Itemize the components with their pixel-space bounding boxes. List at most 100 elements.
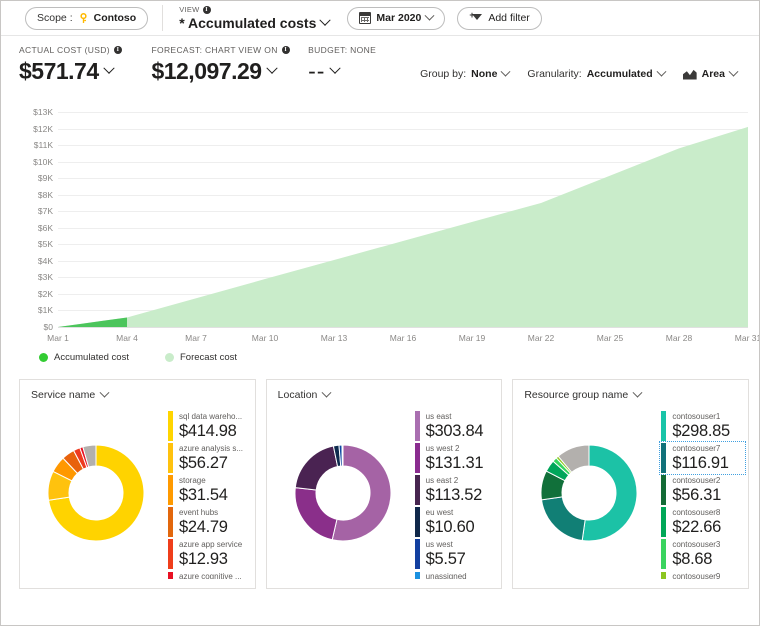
card-legend-item[interactable]: us west$5.57 bbox=[415, 539, 498, 569]
chart-legend-item[interactable]: Forecast cost bbox=[165, 352, 237, 363]
calendar-icon bbox=[359, 12, 371, 24]
donut-slice[interactable] bbox=[583, 445, 638, 541]
card-legend-item[interactable]: contosouser8$22.66 bbox=[661, 507, 744, 537]
chevron-down-icon bbox=[266, 63, 277, 74]
accumulated-cost-chart: $0$1K$2K$3K$4K$5K$6K$7K$8K$9K$10K$11K$12… bbox=[1, 100, 749, 375]
legend-color-bar bbox=[661, 475, 666, 505]
card-legend-item[interactable]: us east$303.84 bbox=[415, 411, 498, 441]
card-legend-item[interactable]: us east 2$113.52 bbox=[415, 475, 498, 505]
legend-item-name: azure cognitive ... bbox=[179, 571, 242, 579]
y-axis-labels: $0$1K$2K$3K$4K$5K$6K$7K$8K$9K$10K$11K$12… bbox=[1, 112, 53, 327]
legend-color-bar bbox=[661, 539, 666, 569]
x-axis-tick: Mar 7 bbox=[185, 333, 207, 343]
legend-item-name: contosouser7 bbox=[672, 443, 728, 454]
add-filter-button[interactable]: + Add filter bbox=[457, 7, 541, 30]
donut-slice[interactable] bbox=[295, 488, 337, 540]
y-axis-tick: $9K bbox=[38, 173, 53, 183]
card-title[interactable]: Service name bbox=[20, 380, 108, 401]
card-legend-item[interactable]: sql data wareho...$414.98 bbox=[168, 411, 251, 441]
donut-slice[interactable] bbox=[342, 445, 343, 466]
card-legend-item[interactable]: contosouser2$56.31 bbox=[661, 475, 744, 505]
chevron-down-icon bbox=[322, 387, 332, 397]
y-axis-tick: $0 bbox=[44, 322, 53, 332]
card-legend-item[interactable]: us west 2$131.31 bbox=[415, 443, 498, 473]
kpi-forecast: FORECAST: CHART VIEW ON i $12,097.29 bbox=[151, 44, 308, 86]
card-legend-item[interactable]: azure app service$12.93 bbox=[168, 539, 251, 569]
y-axis-tick: $3K bbox=[38, 272, 53, 282]
chevron-down-icon bbox=[320, 15, 331, 26]
legend-item-name: contosouser8 bbox=[672, 507, 721, 518]
y-axis-tick: $8K bbox=[38, 190, 53, 200]
x-axis-tick: Mar 28 bbox=[666, 333, 692, 343]
legend-item-value: $8.68 bbox=[672, 550, 720, 569]
x-axis-tick: Mar 25 bbox=[597, 333, 623, 343]
donut-chart[interactable] bbox=[37, 434, 155, 552]
card-legend-item[interactable]: event hubs$24.79 bbox=[168, 507, 251, 537]
group-by-label: Group by: bbox=[420, 68, 466, 80]
chart-legend: Accumulated cost Forecast cost bbox=[39, 352, 237, 363]
kpi-actual-cost-value-row[interactable]: $571.74 bbox=[19, 56, 151, 86]
legend-text: contosouser3$8.68 bbox=[672, 539, 720, 569]
chart-legend-item[interactable]: Accumulated cost bbox=[39, 352, 129, 363]
legend-color-bar bbox=[661, 507, 666, 537]
card-legend-item[interactable]: eu west$10.60 bbox=[415, 507, 498, 537]
y-axis-tick: $1K bbox=[38, 305, 53, 315]
legend-color-bar bbox=[168, 411, 173, 441]
card-legend-item[interactable]: azure cognitive ... bbox=[168, 571, 251, 579]
info-icon[interactable]: i bbox=[114, 46, 122, 54]
donut-chart-wrap bbox=[273, 405, 413, 579]
donut-slice[interactable] bbox=[295, 446, 337, 490]
scope-picker[interactable]: Scope : Contoso bbox=[25, 7, 148, 30]
kpi-budget-value-row[interactable]: -- bbox=[308, 56, 420, 86]
group-by-control[interactable]: Group by: None bbox=[420, 68, 509, 80]
card-legend: sql data wareho...$414.98azure analysis … bbox=[166, 405, 255, 579]
legend-item-name: eu west bbox=[426, 507, 475, 518]
granularity-label: Granularity: bbox=[527, 68, 581, 80]
card-body: sql data wareho...$414.98azure analysis … bbox=[20, 403, 255, 579]
card-legend-item[interactable]: storage$31.54 bbox=[168, 475, 251, 505]
kpi-actual-cost: ACTUAL COST (USD) i $571.74 bbox=[19, 44, 151, 86]
chart-type-control[interactable]: Area bbox=[683, 68, 737, 80]
granularity-control[interactable]: Granularity: Accumulated bbox=[527, 68, 664, 80]
card-body: us east$303.84us west 2$131.31us east 2$… bbox=[267, 403, 502, 579]
info-icon[interactable]: i bbox=[203, 6, 211, 14]
donut-chart[interactable] bbox=[284, 434, 402, 552]
y-axis-tick: $13K bbox=[33, 107, 53, 117]
date-range-picker[interactable]: Mar 2020 bbox=[347, 7, 445, 30]
card-legend-item[interactable]: azure analysis s...$56.27 bbox=[168, 443, 251, 473]
kpi-forecast-value-row[interactable]: $12,097.29 bbox=[151, 56, 308, 86]
card-legend-item[interactable]: contosouser9 bbox=[661, 571, 744, 579]
legend-item-name: storage bbox=[179, 475, 228, 486]
card-legend-item[interactable]: contosouser1$298.85 bbox=[661, 411, 744, 441]
donut-slice[interactable] bbox=[542, 497, 586, 541]
legend-text: us east$303.84 bbox=[426, 411, 484, 441]
scope-label: Scope : bbox=[37, 12, 73, 24]
legend-item-name: sql data wareho... bbox=[179, 411, 242, 422]
legend-text: us east 2$113.52 bbox=[426, 475, 482, 505]
legend-item-name: event hubs bbox=[179, 507, 228, 518]
chevron-down-icon bbox=[656, 66, 666, 76]
scope-picker-wrap: Scope : Contoso bbox=[7, 7, 160, 30]
kpi-budget-label: BUDGET: NONE bbox=[308, 44, 376, 56]
card-legend-item[interactable]: unassigned bbox=[415, 571, 498, 579]
legend-item-value: $56.31 bbox=[672, 486, 721, 505]
donut-chart[interactable] bbox=[530, 434, 648, 552]
card-legend-item[interactable]: contosouser7$116.91 bbox=[661, 443, 744, 473]
info-icon[interactable]: i bbox=[282, 46, 290, 54]
kpi-budget: BUDGET: NONE -- bbox=[308, 44, 420, 86]
x-axis-tick: Mar 1 bbox=[47, 333, 69, 343]
x-axis-tick: Mar 10 bbox=[252, 333, 278, 343]
legend-text: us west$5.57 bbox=[426, 539, 466, 569]
legend-color-bar bbox=[661, 411, 666, 441]
chart-type-value: Area bbox=[702, 68, 725, 80]
view-selector[interactable]: VIEW i * Accumulated costs bbox=[165, 1, 339, 36]
toolbar-divider bbox=[162, 5, 163, 31]
legend-item-name: contosouser3 bbox=[672, 539, 720, 550]
kpi-budget-label-row: BUDGET: NONE bbox=[308, 44, 420, 56]
card-title[interactable]: Resource group name bbox=[513, 380, 641, 401]
card-legend-item[interactable]: contosouser3$8.68 bbox=[661, 539, 744, 569]
chart-plot-area[interactable] bbox=[58, 112, 748, 327]
card-title[interactable]: Location bbox=[267, 380, 331, 401]
view-name-row[interactable]: * Accumulated costs bbox=[179, 15, 329, 31]
y-axis-tick: $6K bbox=[38, 223, 53, 233]
